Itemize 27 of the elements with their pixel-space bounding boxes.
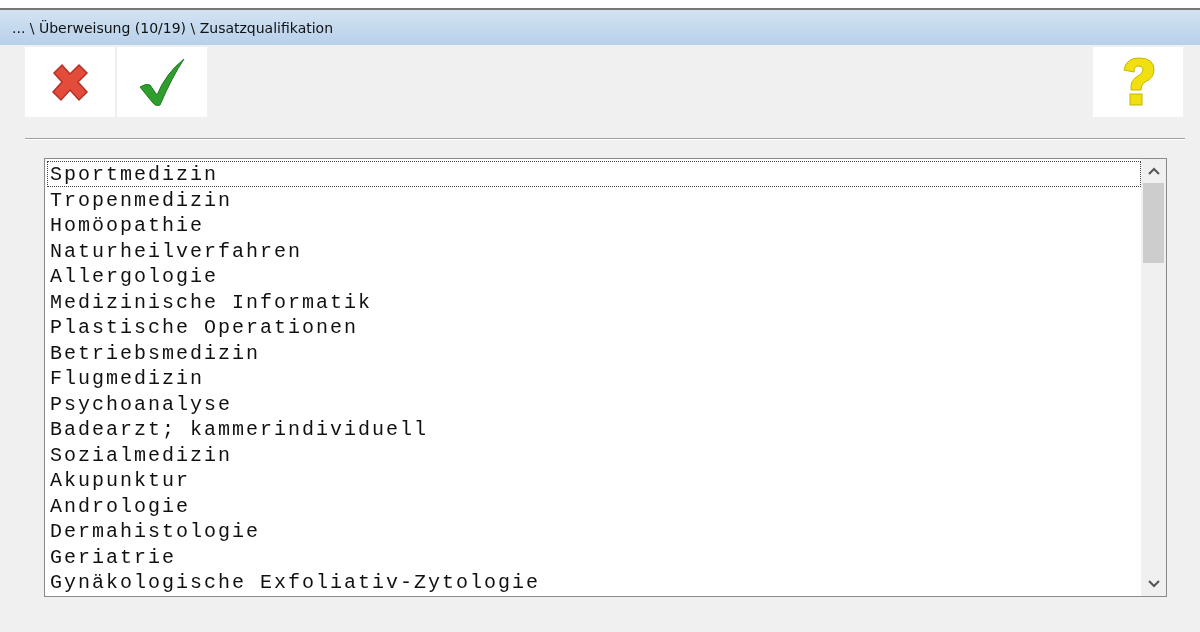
list-item[interactable]: Betriebsmedizin: [47, 339, 1141, 365]
window-title: ... \ Überweisung (10/19) \ Zusatzqualifikation: [12, 19, 334, 36]
list-item[interactable]: Badearzt; kammerindividuell: [47, 416, 1141, 442]
list-item[interactable]: Allergologie: [47, 263, 1141, 289]
checkmark-icon: [138, 57, 186, 107]
scroll-thumb[interactable]: [1143, 183, 1164, 263]
list-item[interactable]: Andrologie: [47, 492, 1141, 518]
question-mark-icon: [1120, 56, 1156, 108]
list-item[interactable]: Homöopathie: [47, 212, 1141, 238]
list-item[interactable]: Flugmedizin: [47, 365, 1141, 391]
scroll-down-icon[interactable]: [1147, 580, 1160, 588]
list-item[interactable]: Gynäkologische Exfoliativ-Zytologie: [47, 569, 1141, 595]
list-item[interactable]: Medizinische Informatik: [47, 288, 1141, 314]
list-item[interactable]: Sportmedizin: [47, 161, 1141, 187]
cross-icon: [50, 61, 90, 103]
list-item[interactable]: Psychoanalyse: [47, 390, 1141, 416]
confirm-button[interactable]: [117, 47, 207, 117]
scrollbar[interactable]: [1141, 159, 1166, 596]
list-item[interactable]: Tropenmedizin: [47, 186, 1141, 212]
list-item[interactable]: Naturheilverfahren: [47, 237, 1141, 263]
list-item[interactable]: Dermahistologie: [47, 518, 1141, 544]
list-item[interactable]: Geriatrie: [47, 543, 1141, 569]
list-item[interactable]: Sozialmedizin: [47, 441, 1141, 467]
scroll-up-icon[interactable]: [1147, 167, 1160, 175]
list-item[interactable]: Plastische Operationen: [47, 314, 1141, 340]
cancel-button[interactable]: [25, 47, 115, 117]
list-item[interactable]: Akupunktur: [47, 467, 1141, 493]
